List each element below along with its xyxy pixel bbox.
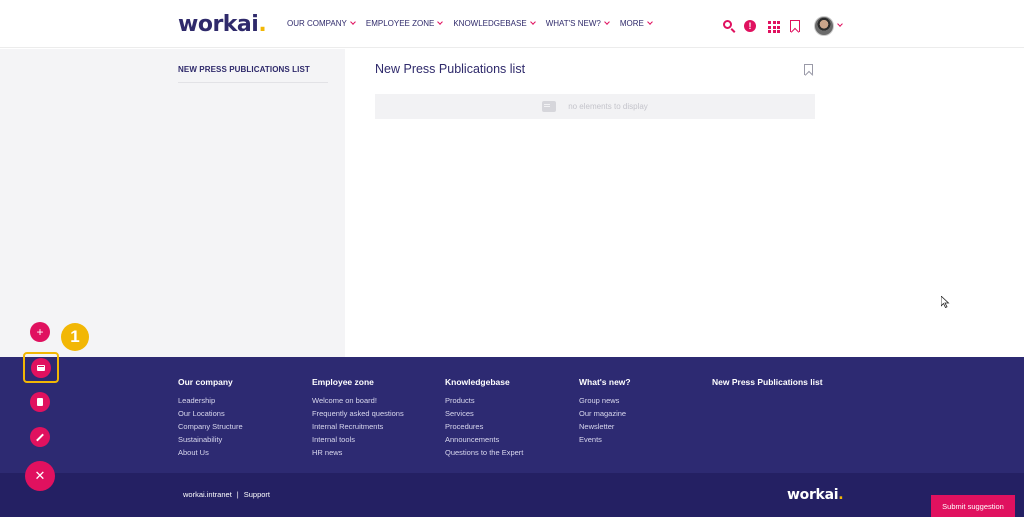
- footer-heading[interactable]: What's new?: [579, 377, 631, 387]
- link-separator: |: [236, 490, 239, 499]
- footer-link[interactable]: Our Locations: [178, 409, 243, 418]
- footer-link[interactable]: Company Structure: [178, 422, 243, 431]
- footer-link[interactable]: HR news: [312, 448, 404, 457]
- chevron-down-icon: [437, 19, 444, 25]
- footer-link[interactable]: Leadership: [178, 396, 243, 405]
- footer-link[interactable]: About Us: [178, 448, 243, 457]
- chevron-down-icon[interactable]: [837, 21, 843, 27]
- folder-button[interactable]: [31, 358, 51, 378]
- footer-column-our-company: Our company Leadership Our Locations Com…: [178, 377, 243, 461]
- bookmarks-button[interactable]: [788, 19, 802, 33]
- plus-icon: +: [36, 325, 44, 339]
- nav-label: MORE: [619, 19, 644, 28]
- logo-text: workai: [178, 12, 259, 37]
- bookmark-icon[interactable]: [804, 64, 813, 75]
- footer-column-knowledgebase: Knowledgebase Products Services Procedur…: [445, 377, 523, 461]
- footer-bottom-bar: workai.intranet | Support workai.: [0, 473, 1024, 517]
- search-icon: [723, 20, 732, 29]
- empty-text: no elements to display: [568, 102, 648, 111]
- footer-link[interactable]: Announcements: [445, 435, 523, 444]
- apps-button[interactable]: [766, 19, 780, 33]
- footer-logo-text: workai: [787, 487, 839, 503]
- nav-label: WHAT'S NEW?: [545, 19, 601, 28]
- header-actions: !: [722, 16, 843, 36]
- footer-link[interactable]: Newsletter: [579, 422, 631, 431]
- bottom-links: workai.intranet | Support: [183, 490, 270, 499]
- page-title: New Press Publications list: [375, 62, 526, 76]
- footer-link[interactable]: Internal tools: [312, 435, 404, 444]
- intranet-link[interactable]: workai.intranet: [183, 490, 232, 499]
- submit-suggestion-button[interactable]: Submit suggestion: [931, 495, 1015, 517]
- avatar[interactable]: [814, 16, 834, 36]
- footer-link[interactable]: Frequently asked questions: [312, 409, 404, 418]
- footer-column-press-publications: New Press Publications list: [712, 377, 823, 396]
- close-fab-button[interactable]: ✕: [25, 461, 55, 491]
- bookmark-icon: [790, 20, 800, 32]
- main-nav: OUR COMPANY EMPLOYEE ZONE KNOWLEDGEBASE …: [287, 19, 663, 28]
- close-icon: ✕: [34, 468, 46, 483]
- footer-link[interactable]: Questions to the Expert: [445, 448, 523, 457]
- list-icon: [542, 101, 557, 112]
- footer-heading[interactable]: New Press Publications list: [712, 377, 823, 387]
- chevron-down-icon: [647, 19, 653, 25]
- nav-employee-zone[interactable]: EMPLOYEE ZONE: [365, 19, 444, 28]
- nav-knowledgebase[interactable]: KNOWLEDGEBASE: [453, 19, 536, 28]
- footer-column-whats-new: What's new? Group news Our magazine News…: [579, 377, 631, 448]
- chevron-down-icon: [529, 19, 536, 25]
- workai-logo[interactable]: workai.: [178, 12, 267, 37]
- add-button[interactable]: +: [30, 322, 50, 342]
- nav-whats-new[interactable]: WHAT'S NEW?: [545, 19, 610, 28]
- alert-button[interactable]: !: [744, 19, 758, 33]
- footer-link[interactable]: Sustainability: [178, 435, 243, 444]
- footer-link[interactable]: Our magazine: [579, 409, 631, 418]
- left-sidebar: [0, 49, 345, 357]
- sidebar-divider: [178, 82, 328, 83]
- nav-label: KNOWLEDGEBASE: [453, 19, 527, 28]
- footer-link[interactable]: Welcome on board!: [312, 396, 404, 405]
- search-button[interactable]: [722, 19, 736, 33]
- footer-link[interactable]: Services: [445, 409, 523, 418]
- nav-more[interactable]: MORE: [619, 19, 653, 28]
- empty-list-placeholder: no elements to display: [375, 94, 815, 119]
- footer-heading[interactable]: Our company: [178, 377, 243, 387]
- document-button[interactable]: [30, 392, 50, 412]
- chevron-down-icon: [350, 19, 356, 25]
- top-header: workai. OUR COMPANY EMPLOYEE ZONE KNOWLE…: [0, 0, 1024, 48]
- apps-grid-icon: [768, 21, 780, 33]
- footer-heading[interactable]: Employee zone: [312, 377, 404, 387]
- sidebar-item-new-press-publications[interactable]: NEW PRESS PUBLICATIONS LIST: [178, 65, 310, 74]
- edit-button[interactable]: [30, 427, 50, 447]
- nav-label: EMPLOYEE ZONE: [365, 19, 435, 28]
- footer-link[interactable]: Products: [445, 396, 523, 405]
- chevron-down-icon: [604, 19, 610, 25]
- document-icon: [37, 398, 43, 406]
- footer-logo-dot: .: [838, 487, 844, 503]
- folder-icon: [37, 365, 45, 371]
- alert-icon: !: [744, 20, 756, 32]
- footer: Our company Leadership Our Locations Com…: [0, 357, 1024, 473]
- footer-link[interactable]: Internal Recruitments: [312, 422, 404, 431]
- workai-footer-logo: workai.: [787, 487, 844, 503]
- step-badge: 1: [61, 323, 89, 351]
- support-link[interactable]: Support: [244, 490, 270, 499]
- nav-our-company[interactable]: OUR COMPANY: [287, 19, 356, 28]
- footer-heading[interactable]: Knowledgebase: [445, 377, 523, 387]
- footer-column-employee-zone: Employee zone Welcome on board! Frequent…: [312, 377, 404, 461]
- logo-dot: .: [258, 12, 267, 37]
- pencil-icon: [36, 433, 44, 441]
- footer-link[interactable]: Group news: [579, 396, 631, 405]
- nav-label: OUR COMPANY: [287, 19, 347, 28]
- footer-link[interactable]: Procedures: [445, 422, 523, 431]
- footer-link[interactable]: Events: [579, 435, 631, 444]
